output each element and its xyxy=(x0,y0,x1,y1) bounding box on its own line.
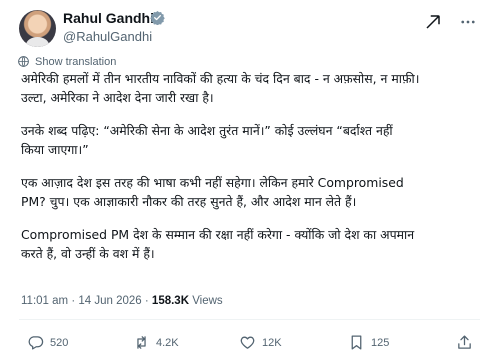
tweet-text: अमेरिकी हमलों में तीन भारतीय नाविकों की … xyxy=(21,69,491,277)
views-label: Views xyxy=(192,295,223,307)
tweet-paragraph: उनके शब्द पढ़िए: “अमेरिकी सेना के आदेश त… xyxy=(21,123,393,157)
repost-button[interactable]: 4.2K xyxy=(133,334,179,351)
heart-icon xyxy=(240,336,255,349)
author-name[interactable]: Rahul Gandhi xyxy=(63,10,154,27)
tweet-meta: 11:01 am · 14 Jun 2026 · 158.3K Views xyxy=(21,295,223,307)
bookmark-button[interactable]: 125 xyxy=(348,334,389,351)
repost-count: 4.2K xyxy=(156,336,179,349)
reply-count: 520 xyxy=(50,336,69,349)
bookmark-icon xyxy=(351,335,362,350)
author-handle[interactable]: @RahulGandhi xyxy=(63,29,152,45)
like-count: 12K xyxy=(262,336,282,349)
like-button[interactable]: 12K xyxy=(239,334,282,351)
meta-separator: · xyxy=(71,295,76,307)
tweet-card: Rahul Gandhi @RahulGandhi Show translati… xyxy=(0,0,499,356)
post-time[interactable]: 11:01 am xyxy=(21,295,68,307)
reply-button[interactable]: 520 xyxy=(27,334,68,351)
translate-icon xyxy=(18,56,29,67)
repost-icon xyxy=(137,336,146,349)
views-count[interactable]: 158.3K xyxy=(152,295,189,307)
tweet-paragraph: Compromised PM देश के सम्मान की रक्षा नह… xyxy=(21,227,415,261)
meta-separator: · xyxy=(144,295,149,307)
bookmark-count: 125 xyxy=(371,336,390,349)
divider xyxy=(19,319,480,320)
grok-icon[interactable] xyxy=(424,13,442,31)
tweet-paragraph: एक आज़ाद देश इस तरह की भाषा कभी नहीं सहे… xyxy=(21,175,404,209)
reply-icon xyxy=(28,336,44,350)
verified-badge-icon xyxy=(150,10,165,25)
post-date[interactable]: 14 Jun 2026 xyxy=(78,295,141,307)
show-translation-link[interactable]: Show translation xyxy=(17,55,116,68)
more-options-icon[interactable] xyxy=(459,13,477,31)
share-icon[interactable] xyxy=(456,334,473,351)
show-translation-label: Show translation xyxy=(35,55,117,68)
avatar[interactable] xyxy=(19,10,56,47)
tweet-paragraph: अमेरिकी हमलों में तीन भारतीय नाविकों की … xyxy=(21,71,420,105)
